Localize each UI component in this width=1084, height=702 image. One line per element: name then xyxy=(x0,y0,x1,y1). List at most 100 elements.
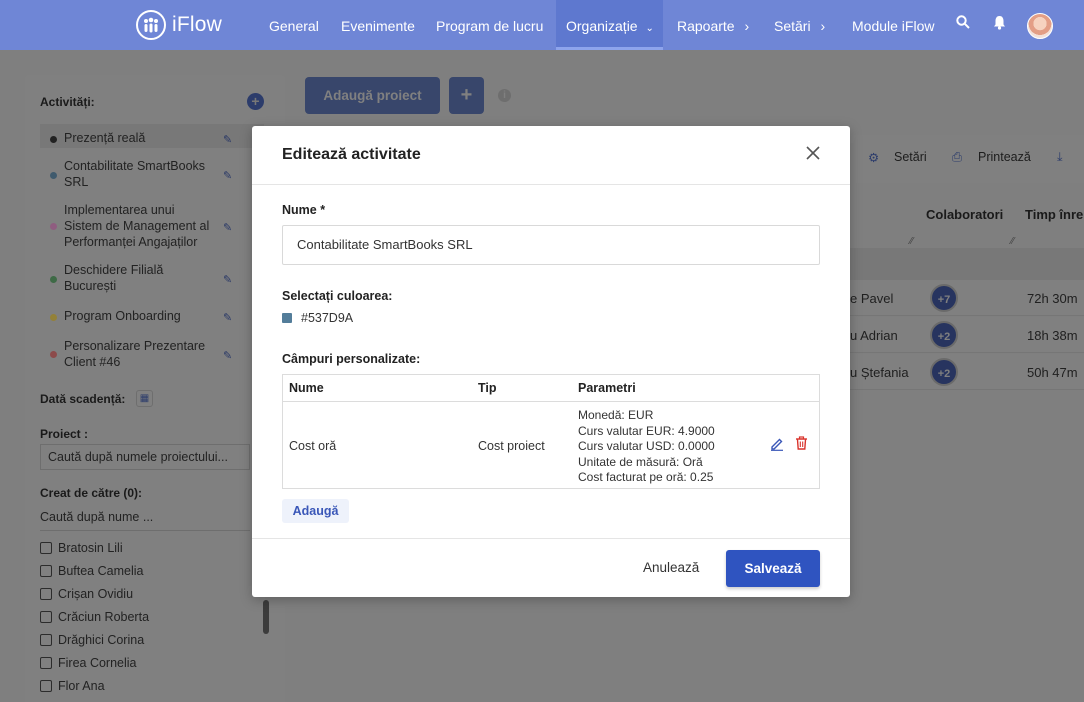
column-header-params: Parametri xyxy=(578,381,636,395)
activity-item[interactable]: Contabilitate SmartBooks SRL ✎ xyxy=(40,158,264,190)
trash-icon[interactable] xyxy=(795,436,808,453)
user-checkbox[interactable]: Crăciun Roberta xyxy=(40,609,149,625)
user-checkbox[interactable]: Buftea Camelia xyxy=(40,563,143,579)
pencil-icon[interactable]: ✎ xyxy=(223,348,232,364)
table-header: Nume Tip Parametri xyxy=(283,375,819,402)
settings-link[interactable]: Setări xyxy=(894,150,927,164)
print-icon[interactable]: ⎙ xyxy=(952,150,962,165)
activity-label: Deschidere Filială București xyxy=(64,263,164,293)
activity-color-dot xyxy=(50,351,57,358)
add-field-button[interactable]: Adaugă xyxy=(282,499,349,523)
user-name: Buftea Camelia xyxy=(58,564,144,578)
checkbox[interactable] xyxy=(40,588,52,600)
resize-handle-icon[interactable]: ⁄⁄ xyxy=(1011,236,1014,247)
color-swatch[interactable] xyxy=(282,313,292,323)
created-by-search-input[interactable]: Caută după nume ... xyxy=(40,505,250,531)
nav-organizatie[interactable]: Organizație ⌄ xyxy=(556,0,663,50)
collaborators-badge[interactable]: +2 xyxy=(930,358,958,386)
custom-fields-label: Câmpuri personalizate: xyxy=(282,352,421,366)
name-label: Nume * xyxy=(282,203,326,217)
created-by-label: Creat de către (0): xyxy=(40,486,143,500)
info-icon[interactable]: i xyxy=(498,89,511,102)
field-name: Cost oră xyxy=(289,439,337,453)
nav-general[interactable]: General xyxy=(269,0,319,50)
checkbox[interactable] xyxy=(40,657,52,669)
nav-evenimente[interactable]: Evenimente xyxy=(341,0,415,50)
search-icon[interactable] xyxy=(956,15,970,33)
project-label: Proiect : xyxy=(40,427,89,441)
custom-fields-table: Nume Tip Parametri Cost oră Cost proiect… xyxy=(282,374,820,489)
print-link[interactable]: Printează xyxy=(978,150,1031,164)
plus-icon[interactable]: + xyxy=(449,77,484,114)
user-name: Bratosin Lili xyxy=(58,541,123,555)
bell-icon[interactable] xyxy=(993,15,1006,34)
nav-program-de-lucru[interactable]: Program de lucru xyxy=(436,0,543,50)
cancel-button[interactable]: Anulează xyxy=(643,560,699,575)
close-icon[interactable] xyxy=(806,144,820,164)
checkbox[interactable] xyxy=(40,634,52,646)
user-avatar[interactable] xyxy=(1027,13,1053,39)
add-project-button[interactable]: Adaugă proiect xyxy=(305,77,440,114)
activity-label: Personalizare Prezentare Client #46 xyxy=(64,339,206,369)
user-checkbox[interactable]: Bratosin Lili xyxy=(40,540,123,556)
save-button[interactable]: Salvează xyxy=(726,550,820,587)
add-activity-icon[interactable]: + xyxy=(247,93,264,110)
param-line: Curs valutar USD: 0.0000 xyxy=(578,439,715,453)
user-checkbox[interactable]: Flor Ana xyxy=(40,678,105,694)
nav-module-iflow[interactable]: Module iFlow xyxy=(852,0,934,50)
pencil-icon[interactable]: ✎ xyxy=(223,168,232,184)
main-toolbar xyxy=(850,135,1084,183)
activity-color-dot xyxy=(50,276,57,283)
activity-color-dot xyxy=(50,172,57,179)
param-line: Unitate de măsură: Oră xyxy=(578,454,703,469)
download-icon[interactable]: ⤓ xyxy=(1057,150,1063,165)
activities-title: Activități: xyxy=(40,95,95,109)
param-line: Monedă: EUR xyxy=(578,408,654,422)
pencil-icon[interactable] xyxy=(770,437,784,454)
project-search-input[interactable]: Caută după numele proiectului... xyxy=(40,444,250,470)
activity-label: Contabilitate SmartBooks SRL xyxy=(64,159,206,189)
activity-item[interactable]: Program Onboarding ✎ xyxy=(40,308,264,324)
name-input[interactable]: Contabilitate SmartBooks SRL xyxy=(282,225,820,265)
user-checkbox[interactable]: Firea Cornelia xyxy=(40,655,137,671)
activity-item[interactable]: Personalizare Prezentare Client #46 ✎ xyxy=(40,338,264,370)
modal-title: Editează activitate xyxy=(282,146,421,163)
activity-label: Prezență reală xyxy=(64,131,146,145)
collaborators-badge[interactable]: +2 xyxy=(930,321,958,349)
calendar-icon[interactable]: ▦ xyxy=(136,390,153,407)
pencil-icon[interactable]: ✎ xyxy=(223,272,232,288)
collaborators-header[interactable]: Colaboratori xyxy=(926,207,1003,222)
pencil-icon[interactable]: ✎ xyxy=(223,220,232,236)
checkbox[interactable] xyxy=(40,542,52,554)
user-name: Flor Ana xyxy=(58,679,105,693)
activity-color-dot xyxy=(50,136,57,143)
activity-item[interactable]: Implementarea unui Sistem de Management … xyxy=(40,202,264,250)
nav-setari[interactable]: Setări › xyxy=(774,0,825,50)
row-time: 72h 30m xyxy=(1027,291,1078,306)
user-checkbox[interactable]: Drăghici Corina xyxy=(40,632,144,648)
color-label: Selectați culoarea: xyxy=(282,289,393,303)
resize-handle-icon[interactable]: ⁄⁄ xyxy=(910,236,913,247)
pencil-icon[interactable]: ✎ xyxy=(223,132,232,148)
collaborators-badge[interactable]: +7 xyxy=(930,284,958,312)
sidebar-scrollbar[interactable] xyxy=(263,600,269,634)
param-line: Curs valutar EUR: 4.9000 xyxy=(578,423,715,438)
nav-organizatie-label: Organizație xyxy=(566,18,638,34)
time-header[interactable]: Timp înre xyxy=(1025,207,1083,222)
row-name: e Pavel xyxy=(850,291,894,306)
user-checkbox[interactable]: Crișan Ovidiu xyxy=(40,586,133,602)
edit-activity-modal: Editează activitate Nume * Contabilitate… xyxy=(252,126,850,597)
iflow-logo[interactable]: iFlow xyxy=(136,10,222,40)
activity-item[interactable]: Prezență reală ✎ xyxy=(40,130,264,146)
color-hex-value[interactable]: #537D9A xyxy=(301,311,353,325)
user-name: Drăghici Corina xyxy=(58,633,145,647)
user-name: Crăciun Roberta xyxy=(58,610,150,624)
gear-icon[interactable]: ⚙ xyxy=(868,150,879,165)
activity-item[interactable]: Deschidere Filială București ✎ xyxy=(40,262,264,294)
checkbox[interactable] xyxy=(40,611,52,623)
checkbox[interactable] xyxy=(40,680,52,692)
row-time: 50h 47m xyxy=(1027,365,1078,380)
nav-rapoarte[interactable]: Rapoarte › xyxy=(677,0,749,50)
checkbox[interactable] xyxy=(40,565,52,577)
pencil-icon[interactable]: ✎ xyxy=(223,310,232,326)
